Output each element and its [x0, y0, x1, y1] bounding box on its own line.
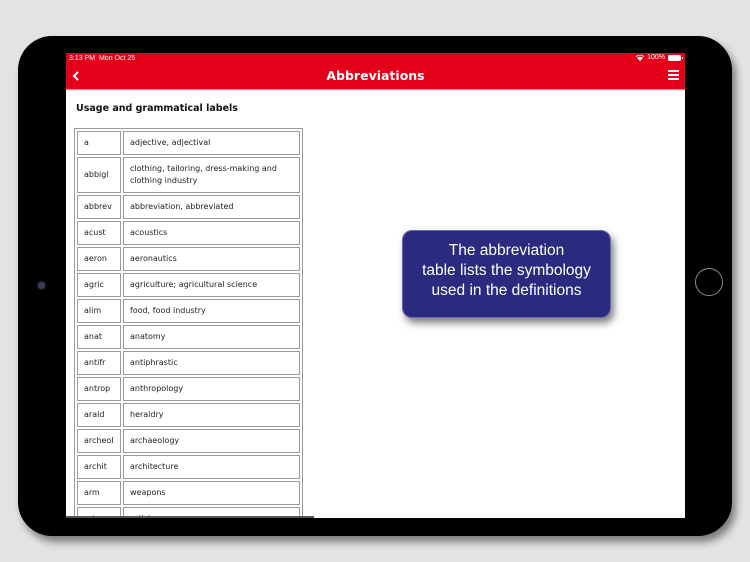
status-indicators: 100% — [636, 54, 683, 61]
navigation-bar: 3:13 PM Mon Oct 25 100% Abbreviations — [66, 53, 685, 89]
meaning-cell: anatomy — [123, 325, 300, 349]
abbreviation-cell: agric — [77, 273, 121, 297]
front-camera — [38, 282, 45, 289]
table-row: alim food, food industry — [77, 299, 300, 323]
meaning-cell: agriculture; agricultural science — [123, 273, 300, 297]
table-row: arm weapons — [77, 481, 300, 505]
table-row: a adjective, adjectival — [77, 131, 300, 155]
abbreviation-cell: alim — [77, 299, 121, 323]
table-row: antifr antiphrastic — [77, 351, 300, 375]
wifi-icon — [636, 54, 645, 61]
callout-line: The abbreviation — [448, 242, 565, 259]
abbreviation-cell: archit — [77, 455, 121, 479]
meaning-cell: architecture — [123, 455, 300, 479]
meaning-cell: heraldry — [123, 403, 300, 427]
table-row: abbigl clothing, tailoring, dress-making … — [77, 157, 300, 193]
navbar-divider — [66, 89, 685, 91]
section-title: Usage and grammatical labels — [76, 103, 238, 114]
status-clock: 3:13 PM — [69, 55, 96, 62]
menu-button[interactable] — [668, 70, 679, 80]
home-button[interactable] — [695, 268, 723, 296]
scroll-edge — [66, 516, 314, 518]
page-title: Abbreviations — [326, 68, 425, 83]
abbreviation-cell: abbrev — [77, 195, 121, 219]
hamburger-menu-icon-bar — [668, 78, 679, 80]
table-row: agric agriculture; agricultural science — [77, 273, 300, 297]
abbreviation-cell: aeron — [77, 247, 121, 271]
meaning-cell: archaeology — [123, 429, 300, 453]
meaning-cell: acoustics — [123, 221, 300, 245]
table-row: antrop anthropology — [77, 377, 300, 401]
status-date: Mon Oct 25 — [98, 55, 136, 62]
abbreviation-cell: anat — [77, 325, 121, 349]
feature-callout: The abbreviation table lists the symbolo… — [402, 230, 611, 318]
hamburger-menu-icon-bar — [668, 74, 679, 76]
abbreviations-table: a adjective, adjectival abbigl clothing, ta… — [74, 128, 303, 518]
hamburger-menu-icon-bar — [668, 70, 679, 72]
abbreviation-cell: abbigl — [77, 157, 121, 193]
meaning-cell: adjective, adjectival — [123, 131, 300, 155]
abbreviation-cell: antrop — [77, 377, 121, 401]
battery-percent: 100% — [647, 54, 665, 61]
abbreviation-cell: archeol — [77, 429, 121, 453]
meaning-cell: aeronautics — [123, 247, 300, 271]
abbreviation-cell: a — [77, 131, 121, 155]
meaning-cell: abbreviation, abbreviated — [123, 195, 300, 219]
table-row: acust acoustics — [77, 221, 300, 245]
table-row: archeol archaeology — [77, 429, 300, 453]
meaning-cell: weapons — [123, 481, 300, 505]
battery-icon — [668, 54, 683, 61]
abbreviation-cell: antifr — [77, 351, 121, 375]
table-row: anat anatomy — [77, 325, 300, 349]
meaning-cell: anthropology — [123, 377, 300, 401]
callout-line: table lists the symbology — [422, 262, 591, 279]
meaning-cell: clothing, tailoring, dress-making and cl… — [123, 157, 300, 193]
table-row: arald heraldry — [77, 403, 300, 427]
status-time: 3:13 PM Mon Oct 25 — [69, 55, 135, 62]
meaning-cell: food, food industry — [123, 299, 300, 323]
callout-line: used in the definitions — [431, 282, 582, 299]
abbreviation-cell: acust — [77, 221, 121, 245]
table-row: aeron aeronautics — [77, 247, 300, 271]
table-row: abbrev abbreviation, abbreviated — [77, 195, 300, 219]
meaning-cell: antiphrastic — [123, 351, 300, 375]
abbreviation-cell: arald — [77, 403, 121, 427]
table-row: archit architecture — [77, 455, 300, 479]
abbreviation-cell: arm — [77, 481, 121, 505]
